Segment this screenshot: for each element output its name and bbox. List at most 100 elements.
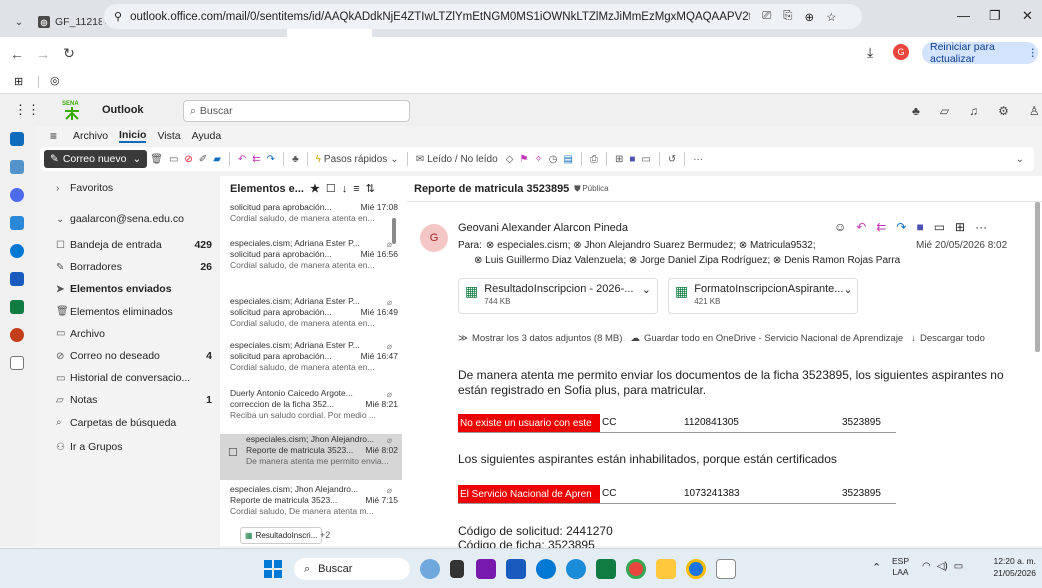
recipients-2[interactable]: ⊗ Luis Guillermo Diaz Valenzuela; ⊗ Jorg… (474, 255, 900, 266)
taskbar-search[interactable]: ⌕ Buscar (294, 558, 410, 580)
message-item[interactable]: especiales.cism; Adriana Ester P... solic… (220, 340, 402, 380)
people-icon[interactable]: ♙ (1029, 104, 1040, 118)
widget-icon[interactable] (420, 559, 440, 579)
undo-icon[interactable]: ↺ (668, 154, 676, 165)
downloads-icon[interactable]: ⤓ (867, 44, 873, 61)
save-onedrive-link[interactable]: Guardar todo en OneDrive - Servicio Naci… (644, 333, 903, 344)
edge-icon[interactable] (566, 559, 586, 579)
sender-name[interactable]: Geovani Alexander Alarcon Pineda (458, 222, 628, 234)
favorite-star-icon[interactable]: ★ (310, 182, 320, 195)
folder-item[interactable]: ▭ Archivo (56, 328, 216, 340)
grid-icon[interactable]: ⊞ (955, 220, 965, 234)
minimize-icon[interactable]: — (957, 8, 970, 23)
powerpoint-icon[interactable] (10, 328, 24, 342)
forward-icon[interactable]: ↷ (267, 154, 275, 165)
forward-icon[interactable]: ↷ (896, 220, 906, 234)
message-item[interactable]: especiales.cism; Adriana Ester P... solic… (220, 296, 402, 336)
download-all-link[interactable]: Descargar todo (920, 333, 985, 344)
notepad-icon[interactable] (716, 559, 736, 579)
envelope-icon[interactable]: ✉ (416, 154, 424, 165)
sender-avatar[interactable]: G (420, 224, 448, 252)
search-input[interactable]: ⌕ Buscar (183, 100, 410, 122)
teams-icon[interactable]: ■ (916, 220, 923, 234)
zoom-icon[interactable]: ⊕ (804, 10, 814, 24)
bookmark-star-icon[interactable]: ☆ (826, 10, 836, 24)
message-item[interactable]: Duerly Antonio Caicedo Argote... correcci… (220, 388, 402, 428)
more-apps-icon[interactable] (10, 356, 24, 370)
start-icon[interactable] (264, 560, 282, 578)
app-launcher-icon[interactable]: ⋮⋮ (14, 102, 40, 118)
select-icon[interactable]: ☐ (326, 182, 336, 195)
pin-icon[interactable]: ✧ (534, 154, 542, 165)
attachment-card-2[interactable]: ▦ FormatoInscripcionAspirante... 421 KB ⌄ (668, 278, 858, 314)
menu-help[interactable]: Ayuda (192, 130, 222, 142)
todo-icon[interactable] (10, 216, 24, 230)
message-item[interactable]: solicitud para aprobación... Mié 17:08 Cor… (220, 202, 402, 242)
back-icon[interactable]: ← (6, 46, 28, 62)
excel-icon[interactable] (10, 300, 24, 314)
message-item[interactable]: especiales.cism; Jhon Alejandro... Report… (220, 434, 402, 480)
update-button[interactable]: Reiniciar para actualizar ⋮ (922, 41, 1038, 65)
account-header[interactable]: ⌄ gaalarcon@sena.edu.co (56, 213, 216, 225)
menu-home[interactable]: Inicio (119, 129, 147, 143)
favorites-header[interactable]: › Favoritos (56, 182, 216, 194)
folder-item[interactable]: ▭ Historial de conversacio... (56, 372, 216, 384)
word-app-icon[interactable] (506, 559, 526, 579)
folder-item[interactable]: ⊘ Correo no deseado 4 (56, 350, 216, 362)
tag-icon[interactable]: ◇ (506, 154, 514, 165)
people-app-icon[interactable] (10, 188, 24, 202)
cast-icon[interactable]: ⎚ (762, 10, 771, 23)
onedrive-icon[interactable] (10, 244, 24, 258)
chevron-down-icon[interactable]: ⌄ (642, 283, 651, 309)
new-mail-button[interactable]: ✎ Correo nuevo ⌄ (44, 150, 148, 168)
folder-item[interactable]: 🗑 Elementos eliminados (56, 306, 216, 318)
reply-all-icon[interactable]: ⇇ (876, 220, 886, 234)
url-bar[interactable]: ⚲ outlook.office.com/mail/0/sentitems/id… (104, 4, 862, 29)
list-scrollbar[interactable] (392, 218, 396, 244)
hamburger-icon[interactable]: ≡ (50, 129, 57, 143)
reply-icon[interactable]: ↶ (238, 154, 246, 165)
reply-icon[interactable]: ↶ (856, 220, 866, 234)
more-icon[interactable]: ··· (975, 220, 987, 234)
read-unread[interactable]: Leído / No leído (427, 154, 498, 165)
calendar-icon[interactable] (10, 160, 24, 174)
select-checkbox[interactable]: ☐ (228, 448, 238, 459)
addin-icon[interactable]: ▭ (641, 154, 650, 165)
word-icon[interactable] (10, 272, 24, 286)
print-icon[interactable]: ⎙ (590, 154, 598, 165)
reply-all-icon[interactable]: ⇇ (252, 154, 260, 165)
teams-icon[interactable]: ■ (629, 154, 635, 165)
more-icon[interactable]: ··· (693, 154, 703, 165)
delete-icon[interactable]: 🗑 (150, 154, 163, 165)
forward-icon[interactable]: → (32, 46, 54, 62)
outlook-app-icon[interactable] (536, 559, 556, 579)
chrome-app-icon[interactable] (626, 559, 646, 579)
close-window-icon[interactable]: ✕ (1022, 8, 1033, 24)
bell-icon[interactable]: ♫ (969, 104, 978, 118)
sort-icon[interactable]: ⇅ (366, 182, 375, 195)
message-item[interactable]: especiales.cism; Adriana Ester P... solic… (220, 238, 402, 278)
tab-search-icon[interactable]: ⌄ (6, 7, 32, 37)
attachment-more[interactable]: +2 (320, 530, 330, 540)
attachment-chip[interactable]: ▦ ResultadoInscri... (240, 527, 323, 544)
clock-icon[interactable]: ◷ (549, 154, 558, 165)
file-explorer-icon[interactable] (656, 559, 676, 579)
chrome-profile-icon[interactable] (686, 559, 706, 579)
archive-icon[interactable]: ▭ (169, 154, 178, 165)
chevron-down-icon[interactable]: ⌄ (843, 283, 852, 309)
task-view-icon[interactable] (450, 560, 464, 578)
rules-icon[interactable]: ▤ (563, 154, 572, 165)
system-tray[interactable]: ◠ ◁) ▭ (922, 561, 963, 572)
recipients-1[interactable]: ⊗ especiales.cism; ⊗ Jhon Alejandro Suar… (486, 240, 816, 251)
attachment-card-1[interactable]: ▦ ResultadoInscripcion - 2026-... 744 KB … (458, 278, 658, 314)
mail-icon[interactable] (10, 132, 24, 146)
grid-icon[interactable]: ⊞ (615, 154, 623, 165)
addin-icon[interactable]: ▭ (934, 220, 945, 234)
folder-item[interactable]: ☐ Bandeja de entrada 429 (56, 239, 216, 251)
quick-steps[interactable]: Pasos rápidos (324, 154, 387, 165)
teams-app-icon[interactable] (476, 559, 496, 579)
folder-item[interactable]: ➤ Elementos enviados (56, 283, 216, 295)
settings-icon[interactable]: ⚙ (998, 104, 1009, 118)
show-attachments-link[interactable]: Mostrar los 3 datos adjuntos (8 MB) (472, 333, 622, 344)
menu-view[interactable]: Vista (157, 130, 180, 142)
